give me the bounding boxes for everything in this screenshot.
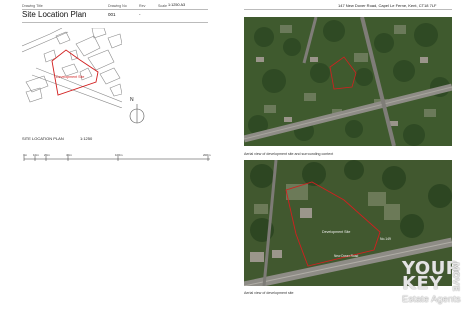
logo-line3: Estate Agents xyxy=(402,294,461,305)
house-number-label: No.149 xyxy=(380,237,391,241)
aerial-photo-context xyxy=(244,17,452,146)
plan-development-site-label: Development Site xyxy=(56,75,85,79)
scale-tick-5: 200m xyxy=(203,153,211,157)
scale-value: 1:1250 A3 xyxy=(168,3,186,7)
logo-move: MOVE xyxy=(450,262,460,292)
scale-tick-1: 10m xyxy=(33,153,39,157)
header-rule-right xyxy=(244,9,452,10)
rev-value: - xyxy=(139,12,141,17)
north-label: N xyxy=(130,97,134,103)
scale-tick-0: 0m xyxy=(23,153,28,157)
scale-label: Scale xyxy=(158,4,167,8)
your-key-move-logo: YOUR KEY MOVE Estate Agents xyxy=(402,260,468,308)
road-label: New Dover Road xyxy=(334,254,359,258)
scale-tick-2: 20m xyxy=(44,153,50,157)
drawing-title: Site Location Plan xyxy=(22,10,87,19)
plan-caption: SITE LOCATION PLAN xyxy=(22,136,64,141)
drawing-no-label: Drawing No xyxy=(108,4,127,8)
drawing-no: 001 xyxy=(108,12,116,17)
drawing-title-label: Drawing Title xyxy=(22,4,43,8)
property-address: 147 New Dover Road, Capel Le Ferne, Kent… xyxy=(338,3,437,8)
header-rule-under xyxy=(22,22,208,23)
aerial-development-site-label: Development Site xyxy=(322,230,351,234)
aerial-context-caption: Aerial view of development site and surr… xyxy=(244,152,334,156)
header-rule-left xyxy=(22,9,208,10)
aerial-site-caption: Aerial view of development site xyxy=(244,291,294,295)
logo-line2: KEY xyxy=(402,273,443,294)
scale-tick-3: 40m xyxy=(66,153,72,157)
scale-tick-4: 100m xyxy=(115,153,123,157)
rev-label: Rev xyxy=(139,4,146,8)
north-arrow-icon xyxy=(127,100,147,126)
plan-caption-scale: 1:1250 xyxy=(80,136,93,141)
site-plan-map xyxy=(21,27,123,109)
